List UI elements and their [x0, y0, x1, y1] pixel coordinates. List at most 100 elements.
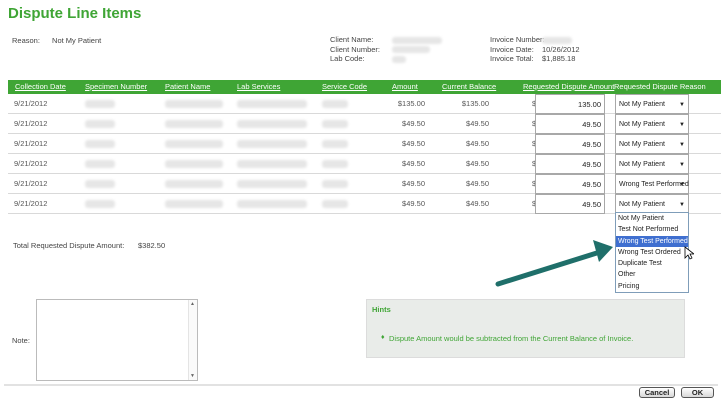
table-row: 9/21/2012$49.50$49.50$49.50Not My Patien…	[8, 194, 721, 214]
collection-date-cell: 9/21/2012	[14, 99, 48, 108]
dispute-reason-select[interactable]: Not My Patient ▼	[615, 114, 689, 134]
table-header: Collection Date Specimen Number Patient …	[8, 80, 721, 94]
specimen-number-cell	[85, 160, 115, 168]
dropdown-option[interactable]: Other	[616, 269, 688, 280]
amount-cell: $49.50	[402, 119, 425, 128]
dropdown-option[interactable]: Wrong Test Performed	[616, 235, 688, 247]
dispute-reason-value: Not My Patient	[619, 121, 665, 128]
reason-dropdown-list[interactable]: Not My Patient Test Not Performed Wrong Te…	[615, 212, 689, 294]
current-balance-cell: $49.50	[466, 179, 489, 188]
ok-button[interactable]: OK	[681, 387, 714, 398]
collection-date-cell: 9/21/2012	[14, 159, 48, 168]
table-row: 9/21/2012$49.50$49.50$49.50Not My Patien…	[8, 114, 721, 134]
table-row: 9/21/2012$49.50$49.50$49.50Not My Patien…	[8, 134, 721, 154]
amount-cell: $135.00	[397, 99, 425, 108]
patient-name-cell	[165, 200, 223, 208]
invoice-number-label: Invoice Number:	[490, 35, 545, 44]
dispute-reason-select[interactable]: Not My Patient ▼	[615, 134, 689, 154]
dispute-reason-select[interactable]: Not My Patient ▼	[615, 154, 689, 174]
hints-panel: Hints ♦ Dispute Amount would be subtract…	[366, 299, 685, 358]
mouse-pointer-icon	[684, 246, 694, 260]
lab-services-cell	[237, 120, 307, 128]
amount-cell: $49.50	[402, 159, 425, 168]
chevron-down-icon[interactable]: ▼	[679, 155, 685, 175]
scroll-up-icon[interactable]: ▲	[190, 301, 195, 307]
collection-date-cell: 9/21/2012	[14, 179, 48, 188]
header-requested-reason: Requested Dispute Reason	[614, 82, 706, 91]
invoice-date-value: 10/26/2012	[542, 44, 580, 54]
requested-amount-input[interactable]: 49.50	[535, 134, 605, 154]
service-code-cell	[322, 100, 348, 108]
hints-title: Hints	[372, 305, 391, 314]
note-textarea[interactable]: ▲ ▼	[36, 299, 198, 381]
invoice-number-value	[542, 36, 572, 44]
reason-label: Reason:	[12, 36, 40, 45]
lab-services-cell	[237, 100, 307, 108]
scroll-down-icon[interactable]: ▼	[190, 373, 195, 379]
total-label: Total Requested Dispute Amount:	[13, 241, 125, 250]
current-balance-cell: $49.50	[466, 159, 489, 168]
amount-cell: $49.50	[402, 199, 425, 208]
client-number-label: Client Number:	[330, 44, 381, 54]
table-row: 9/21/2012$49.50$49.50$49.50Wrong Test Pe…	[8, 174, 721, 194]
total-requested: Total Requested Dispute Amount: $382.50	[13, 241, 165, 250]
dropdown-option[interactable]: Not My Patient	[616, 213, 688, 224]
patient-name-cell	[165, 100, 223, 108]
invoice-total-value: $1,885.18	[542, 54, 576, 63]
note-scrollbar[interactable]: ▲ ▼	[188, 300, 197, 380]
header-collection-date[interactable]: Collection Date	[15, 80, 66, 94]
dispute-reason-select[interactable]: Not My Patient ▼	[615, 194, 689, 214]
specimen-number-cell	[85, 140, 115, 148]
dispute-reason-value: Not My Patient	[619, 141, 665, 148]
chevron-down-icon[interactable]: ▼	[679, 115, 685, 135]
current-balance-cell: $49.50	[466, 139, 489, 148]
dispute-reason-value: Not My Patient	[619, 161, 665, 168]
requested-amount-input[interactable]: 49.50	[535, 174, 605, 194]
service-code-cell	[322, 160, 348, 168]
requested-amount-input[interactable]: 49.50	[535, 114, 605, 134]
header-amount[interactable]: Amount	[392, 80, 418, 94]
patient-name-cell	[165, 140, 223, 148]
requested-amount-input[interactable]: 135.00	[535, 94, 605, 114]
header-service-code[interactable]: Service Code	[322, 80, 367, 94]
header-specimen-number[interactable]: Specimen Number	[85, 80, 147, 94]
patient-name-cell	[165, 120, 223, 128]
client-number-value	[392, 46, 430, 54]
dispute-reason-select[interactable]: Not My Patient ▼	[615, 94, 689, 114]
requested-amount-input[interactable]: 49.50	[535, 194, 605, 214]
service-code-cell	[322, 180, 348, 188]
chevron-down-icon[interactable]: ▼	[679, 135, 685, 155]
header-current-balance[interactable]: Current Balance	[442, 80, 496, 94]
dispute-reason-select[interactable]: Wrong Test Performed ▼	[615, 174, 689, 194]
dispute-reason-value: Not My Patient	[619, 101, 665, 108]
dispute-reason-value: Not My Patient	[619, 201, 665, 208]
chevron-down-icon[interactable]: ▼	[679, 175, 685, 195]
client-name-label: Client Name:	[330, 35, 374, 44]
page-title: Dispute Line Items	[8, 5, 142, 22]
dropdown-option[interactable]: Test Not Performed	[616, 224, 688, 235]
dispute-table: Collection Date Specimen Number Patient …	[8, 80, 721, 214]
requested-amount-input[interactable]: 49.50	[535, 154, 605, 174]
client-info: Client Name: Client Number: Lab Code:	[330, 35, 442, 64]
collection-date-cell: 9/21/2012	[14, 199, 48, 208]
dropdown-option[interactable]: Duplicate Test	[616, 258, 688, 269]
lab-services-cell	[237, 160, 307, 168]
total-value: $382.50	[138, 241, 166, 250]
dropdown-option[interactable]: Pricing	[616, 281, 688, 292]
dropdown-option[interactable]: Wrong Test Ordered	[616, 247, 688, 258]
cancel-button[interactable]: Cancel	[639, 387, 675, 398]
header-patient-name[interactable]: Patient Name	[165, 80, 210, 94]
header-lab-services[interactable]: Lab Services	[237, 80, 280, 94]
service-code-cell	[322, 120, 348, 128]
header-requested-amount[interactable]: Requested Dispute Amount	[523, 80, 614, 94]
current-balance-cell: $49.50	[466, 119, 489, 128]
patient-name-cell	[165, 160, 223, 168]
invoice-info: Invoice Number: Invoice Date: 10/26/2012 …	[490, 35, 580, 64]
collection-date-cell: 9/21/2012	[14, 139, 48, 148]
current-balance-cell: $135.00	[461, 99, 489, 108]
service-code-cell	[322, 200, 348, 208]
amount-cell: $49.50	[402, 139, 425, 148]
chevron-down-icon[interactable]: ▼	[679, 95, 685, 115]
specimen-number-cell	[85, 180, 115, 188]
patient-name-cell	[165, 180, 223, 188]
